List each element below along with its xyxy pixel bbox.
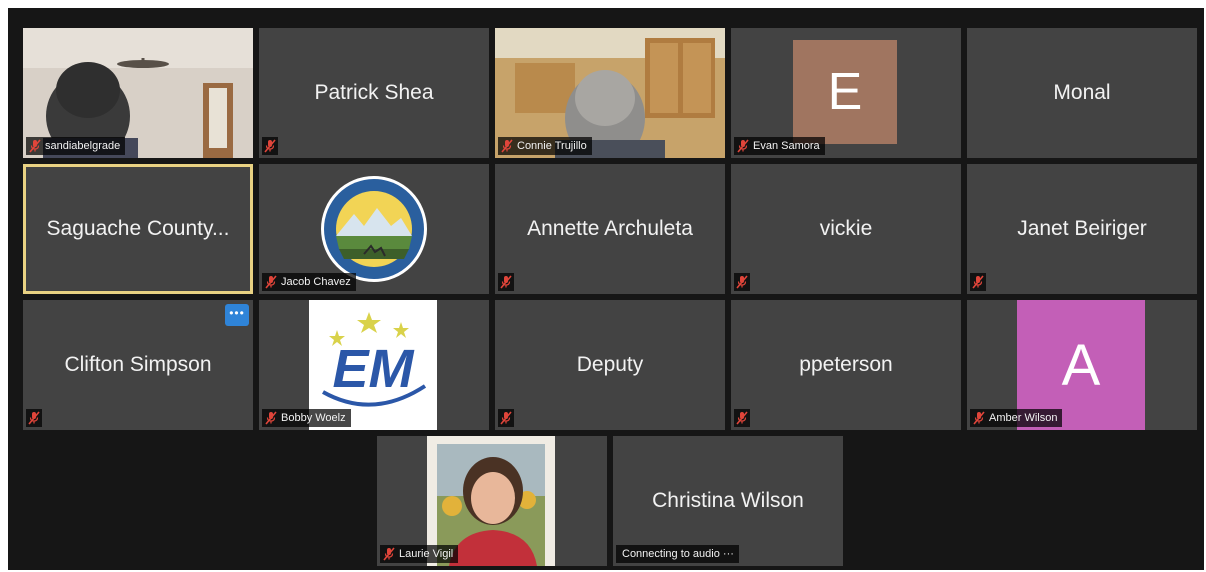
participant-tile-connie-trujillo[interactable]: Connie Trujillo [495,28,725,158]
participant-name: Deputy [576,353,644,376]
microphone-muted-icon [29,139,41,153]
participant-tile-evan-samora[interactable]: E Evan Samora [731,28,961,158]
participant-tile-saguache-county[interactable]: Saguache County... [23,164,253,294]
microphone-muted-icon [500,411,512,425]
microphone-muted-icon [736,275,748,289]
participant-tile-jacob-chavez[interactable]: Jacob Chavez [259,164,489,294]
microphone-muted-icon [973,411,985,425]
video-gallery: sandiabelgrade Patrick Shea Connie Truji… [8,8,1204,570]
participant-name: Janet Beiriger [1017,217,1147,240]
participant-tile-christina-wilson[interactable]: Christina Wilson Connecting to audio ··· [613,436,843,566]
participant-name: Clifton Simpson [64,353,212,376]
participant-tile-annette-archuleta[interactable]: Annette Archuleta [495,164,725,294]
microphone-muted-icon [737,139,749,153]
participant-tile-deputy[interactable]: Deputy [495,300,725,430]
participant-tile-bobby-woelz[interactable]: EM Bobby Woelz [259,300,489,430]
participant-name: Saguache County... [46,217,230,240]
participant-name: Patrick Shea [314,81,434,104]
participant-label [262,137,278,155]
participant-tile-amber-wilson[interactable]: A Amber Wilson [967,300,1197,430]
participant-label [734,409,750,427]
avatar-initial: A [1061,332,1101,398]
microphone-muted-icon [265,275,277,289]
participant-tile-sandiabelgrade[interactable]: sandiabelgrade [23,28,253,158]
participant-label [498,273,514,291]
avatar-initial: E [827,63,863,121]
participant-tile-laurie-vigil[interactable]: Laurie Vigil [377,436,607,566]
participant-tile-monal[interactable]: Monal [967,28,1197,158]
participant-tile-janet-beiriger[interactable]: Janet Beiriger [967,164,1197,294]
microphone-muted-icon [736,411,748,425]
participant-name: Monal [1053,81,1111,104]
connecting-audio-status: Connecting to audio ··· [616,545,739,563]
avatar: E [793,40,897,144]
microphone-muted-icon [500,275,512,289]
em-logo-text: EM [332,339,414,399]
participant-name: ppeterson [799,353,893,376]
microphone-muted-icon [383,547,395,561]
participant-label [734,273,750,291]
microphone-muted-icon [972,275,984,289]
participant-label: Laurie Vigil [380,545,459,563]
participant-label: sandiabelgrade [26,137,126,155]
participant-tile-vickie[interactable]: vickie [731,164,961,294]
participant-label: Evan Samora [734,137,825,155]
participant-label: Jacob Chavez [262,273,356,291]
microphone-muted-icon [264,139,276,153]
county-seal-logo [319,174,429,284]
microphone-muted-icon [265,411,277,425]
participant-tile-ppeterson[interactable]: ppeterson [731,300,961,430]
microphone-muted-icon [28,411,40,425]
participant-name: vickie [819,217,873,240]
participant-label [26,409,42,427]
participant-name: Annette Archuleta [527,217,693,240]
participant-label [970,273,986,291]
participant-label [498,409,514,427]
participant-tile-clifton-simpson[interactable]: ••• Clifton Simpson [23,300,253,430]
participant-label: Connie Trujillo [498,137,592,155]
participant-label: Bobby Woelz [262,409,351,427]
microphone-muted-icon [501,139,513,153]
participant-tile-patrick-shea[interactable]: Patrick Shea [259,28,489,158]
more-options-icon[interactable]: ••• [225,304,249,326]
participant-name: Christina Wilson [652,489,804,512]
participant-label: Amber Wilson [970,409,1063,427]
